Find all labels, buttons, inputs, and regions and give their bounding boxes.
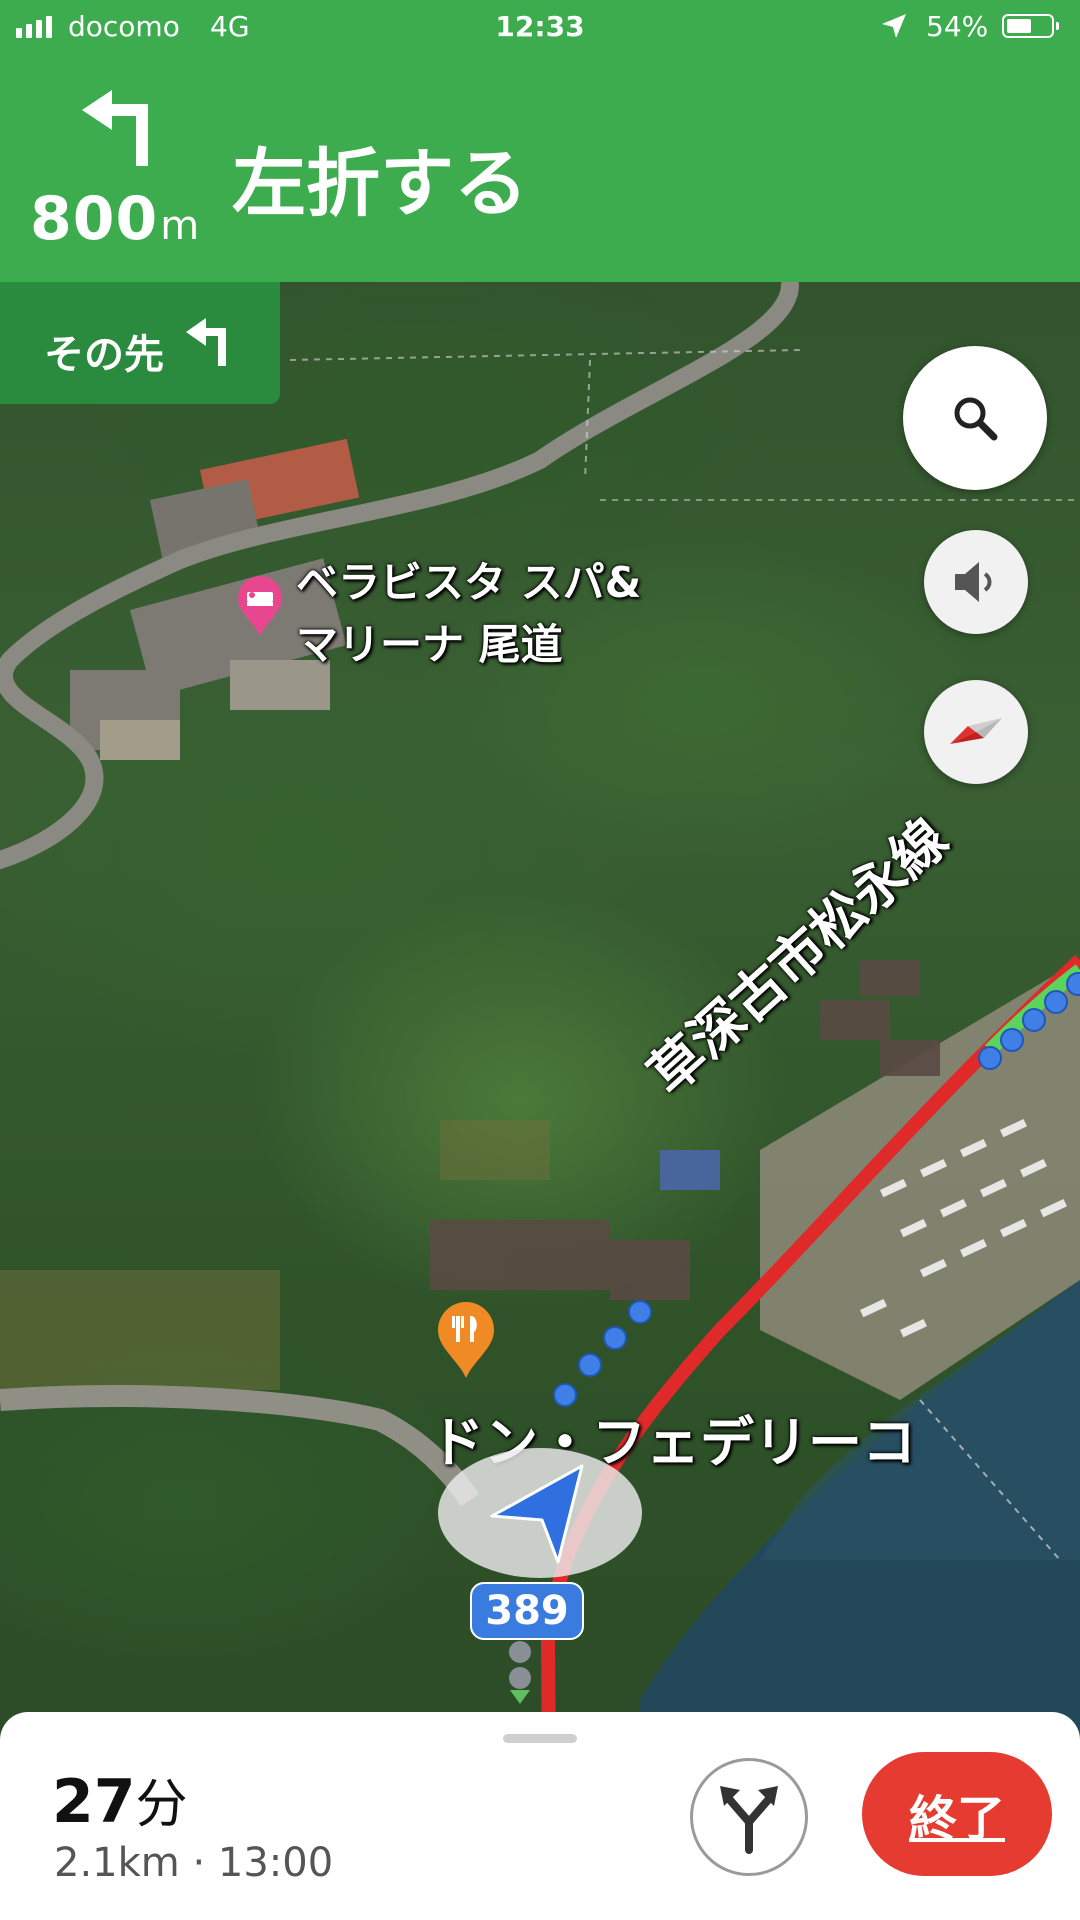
battery-icon bbox=[1002, 14, 1059, 38]
speaker-icon bbox=[955, 562, 992, 602]
search-button[interactable] bbox=[903, 346, 1047, 490]
distance-to-turn: 800m bbox=[30, 184, 200, 254]
eta-duration-unit: 分 bbox=[135, 1775, 188, 1835]
poi-hotel-name[interactable]: ベラビスタ スパ& マリーナ 尾道 bbox=[296, 552, 641, 676]
clock: 12:33 bbox=[495, 10, 585, 43]
compass-button[interactable] bbox=[924, 680, 1028, 784]
then-label: その先 bbox=[44, 332, 164, 378]
battery-percent: 54% bbox=[926, 10, 989, 43]
search-icon bbox=[954, 397, 998, 441]
sound-button[interactable] bbox=[924, 530, 1028, 634]
end-navigation-button[interactable]: 終了 bbox=[862, 1752, 1052, 1876]
turn-left-small-icon bbox=[184, 316, 230, 372]
eta-duration: 27分 bbox=[52, 1762, 188, 1837]
trip-summary-sheet[interactable]: 27分 2.1km · 13:00 終了 bbox=[0, 1712, 1080, 1920]
alternate-routes-button[interactable] bbox=[690, 1758, 808, 1876]
eta-duration-value: 27 bbox=[52, 1767, 136, 1837]
turn-left-arrow-icon bbox=[78, 86, 154, 172]
route-shield: 389 bbox=[470, 1582, 584, 1640]
navigation-header[interactable]: docomo 4G 12:33 54% 800m 左折する bbox=[0, 0, 1080, 282]
compass-icon bbox=[950, 718, 1002, 744]
navigation-arrow-icon bbox=[490, 1464, 584, 1564]
location-services-icon bbox=[880, 12, 908, 47]
then-step-chip[interactable]: その先 bbox=[0, 282, 280, 404]
alternate-routes-icon bbox=[720, 1786, 778, 1854]
current-location-puck bbox=[438, 1448, 642, 1578]
turn-instruction: 左折する bbox=[232, 141, 528, 227]
eta-distance-arrival: 2.1km · 13:00 bbox=[54, 1840, 334, 1886]
sheet-drag-handle[interactable] bbox=[503, 1734, 577, 1743]
distance-unit: m bbox=[160, 203, 201, 249]
distance-value: 800 bbox=[30, 184, 159, 254]
status-bar: docomo 4G 12:33 54% bbox=[0, 0, 1080, 54]
